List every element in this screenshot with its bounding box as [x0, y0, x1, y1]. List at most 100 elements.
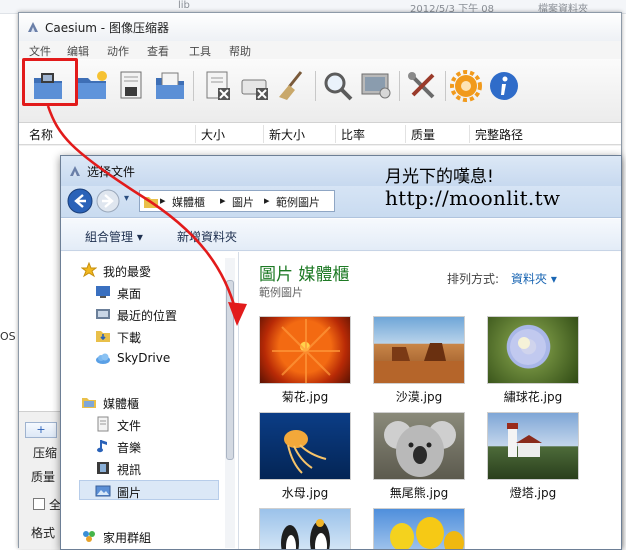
add-folder-icon[interactable]	[75, 69, 109, 103]
file-open-dialog: 选择文件 ▾ ▸ 媒體櫃 ▸ 圖片 ▸ 範例圖片 組合管理 ▾ 新增資料夾 我的…	[60, 155, 622, 550]
open-list-icon[interactable]	[153, 69, 187, 103]
menu-tools[interactable]: 工具	[189, 43, 211, 59]
nav-recent-places-label: 最近的位置	[117, 309, 178, 323]
column-quality[interactable]: 质量	[411, 126, 435, 143]
address-separator-icon: ▸	[220, 194, 226, 207]
menu-view[interactable]: 查看	[147, 43, 169, 59]
dialog-command-bar: 組合管理 ▾ 新增資料夾	[61, 219, 621, 251]
file-list-header: 名称 大小 新大小 比率 质量 完整路径	[19, 123, 621, 145]
save-list-icon[interactable]	[115, 69, 149, 103]
arrange-by-dropdown[interactable]: 資料夾 ▾	[511, 270, 557, 287]
new-folder-button[interactable]: 新增資料夾	[177, 228, 237, 245]
background-crumb: lib	[178, 0, 190, 11]
thumbnail-chrysanthemum[interactable]	[259, 316, 351, 384]
navigation-pane-scrollbar[interactable]	[225, 258, 235, 548]
file-name-jellyfish[interactable]: 水母.jpg	[250, 484, 360, 501]
menu-file[interactable]: 文件	[29, 43, 51, 59]
libraries-icon	[82, 398, 96, 408]
toolbar-separator	[193, 71, 194, 101]
menu-action[interactable]: 动作	[107, 43, 129, 59]
preview-image-icon[interactable]	[359, 69, 393, 103]
thumbnail-desert[interactable]	[373, 316, 465, 384]
nav-favorites-label: 我的最愛	[103, 265, 152, 279]
caesium-titlebar[interactable]: Caesium - 图像压缩器	[19, 13, 621, 41]
file-name-chrysanthemum[interactable]: 菊花.jpg	[250, 388, 360, 405]
clear-list-icon[interactable]	[239, 69, 273, 103]
label-compress: 压缩	[33, 446, 58, 460]
nav-videos-label: 視訊	[117, 463, 142, 477]
file-name-desert[interactable]: 沙漠.jpg	[364, 388, 474, 405]
documents-icon	[97, 416, 109, 432]
homegroup-icon	[83, 531, 95, 542]
column-divider	[263, 125, 264, 143]
thumbnail-tulips[interactable]	[373, 508, 465, 549]
skydrive-icon	[96, 353, 110, 364]
column-divider	[195, 125, 196, 143]
address-separator-icon: ▸	[264, 194, 270, 207]
caesium-title: Caesium - 图像压缩器	[45, 21, 169, 35]
forward-arrow-icon[interactable]	[95, 188, 121, 214]
arrange-by-label: 排列方式:	[447, 272, 500, 286]
desktop-icon	[96, 286, 110, 298]
library-title: 圖片 媒體櫃	[259, 265, 350, 285]
dialog-titlebar[interactable]: 选择文件	[61, 156, 621, 186]
remove-item-icon[interactable]	[201, 69, 235, 103]
star-icon	[81, 262, 97, 278]
history-dropdown-icon[interactable]: ▾	[124, 193, 129, 204]
penguins-shape	[281, 519, 330, 549]
jellyfish-shape	[284, 430, 327, 474]
thumbnail-koala[interactable]	[373, 412, 465, 480]
column-divider	[405, 125, 406, 143]
tools-icon[interactable]	[405, 69, 439, 103]
column-size[interactable]: 大小	[201, 126, 225, 143]
file-name-lighthouse[interactable]: 燈塔.jpg	[478, 484, 588, 501]
add-button[interactable]: +	[25, 422, 57, 438]
nav-skydrive-label: SkyDrive	[117, 351, 171, 365]
nav-desktop-label: 桌面	[117, 287, 142, 301]
watermark-line2: http://moonlit.tw	[385, 186, 561, 210]
flower-petals-pattern	[272, 319, 340, 383]
thumbnail-lighthouse[interactable]	[487, 412, 579, 480]
column-ratio[interactable]: 比率	[341, 126, 365, 143]
background-os-label: OS	[0, 330, 16, 343]
file-name-koala[interactable]: 無尾熊.jpg	[364, 484, 474, 501]
label-quality: 质量	[31, 470, 56, 484]
label-format: 格式	[31, 526, 56, 540]
toolbar-separator	[445, 71, 446, 101]
address-bar[interactable]: ▸ 媒體櫃 ▸ 圖片 ▸ 範例圖片	[139, 190, 335, 212]
nav-pictures-label: 圖片	[117, 486, 142, 500]
scrollbar-thumb[interactable]	[226, 280, 234, 460]
thumbnail-jellyfish[interactable]	[259, 412, 351, 480]
menu-edit[interactable]: 编辑	[67, 43, 89, 59]
file-name-hydrangeas[interactable]: 繡球花.jpg	[478, 388, 588, 405]
breadcrumb-sample-pictures[interactable]: 範例圖片	[276, 194, 320, 210]
magnifier-icon[interactable]	[321, 69, 355, 103]
pictures-icon	[95, 485, 111, 497]
settings-gear-icon[interactable]	[449, 69, 483, 103]
address-separator-icon: ▸	[160, 194, 166, 207]
dialog-app-icon	[70, 166, 80, 176]
library-subtitle: 範例圖片	[259, 286, 303, 299]
navigation-pane: 我的最愛 桌面 最近的位置 下載 SkyDrive 媒體櫃 文件 音樂 視訊 圖…	[61, 252, 239, 549]
broom-icon[interactable]	[275, 69, 309, 103]
info-icon[interactable]	[487, 69, 521, 103]
downloads-folder-icon	[96, 331, 110, 342]
file-view: 圖片 媒體櫃 範例圖片 排列方式: 資料夾 ▾ 菊花.jpg 沙漠.jpg 繡球…	[225, 252, 621, 549]
thumbnail-hydrangeas[interactable]	[487, 316, 579, 384]
organize-button[interactable]: 組合管理 ▾	[85, 228, 143, 245]
tulips-shape	[390, 517, 464, 549]
folder-icon	[144, 197, 158, 208]
dialog-title: 选择文件	[87, 165, 136, 179]
desert-mesa-shape	[374, 343, 464, 383]
nav-documents-label: 文件	[117, 419, 142, 433]
thumbnail-penguins[interactable]	[259, 508, 351, 549]
menu-help[interactable]: 帮助	[229, 43, 251, 59]
column-new-size[interactable]: 新大小	[269, 126, 305, 143]
back-arrow-icon[interactable]	[67, 188, 93, 214]
breadcrumb-pictures[interactable]: 圖片	[232, 194, 254, 210]
column-name[interactable]: 名称	[29, 126, 53, 143]
breadcrumb-libraries[interactable]: 媒體櫃	[172, 194, 205, 210]
column-full-path[interactable]: 完整路径	[475, 126, 523, 143]
same-for-all-checkbox[interactable]	[33, 498, 45, 510]
highlight-box	[22, 58, 78, 106]
